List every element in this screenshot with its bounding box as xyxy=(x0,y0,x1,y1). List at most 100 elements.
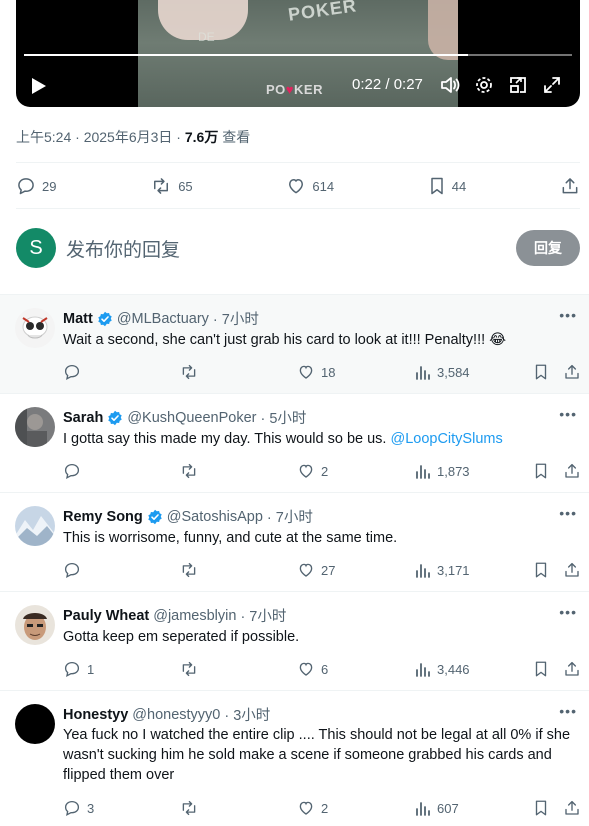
reply-time[interactable]: · 7小时 xyxy=(240,605,286,626)
reply-author-handle[interactable]: @jamesblyin xyxy=(153,608,236,624)
reply-action-bar: 27 3,171 xyxy=(63,560,580,580)
share-button[interactable] xyxy=(560,176,580,196)
repost-button[interactable] xyxy=(179,462,205,480)
reply-author-name[interactable]: Remy Song xyxy=(63,509,143,525)
repost-button[interactable]: 65 xyxy=(150,176,193,196)
share-button[interactable] xyxy=(563,799,581,817)
like-button[interactable]: 18 xyxy=(297,363,335,381)
reply-author-name[interactable]: Sarah xyxy=(63,410,103,426)
more-options-icon[interactable]: ••• xyxy=(559,703,577,719)
reply-button[interactable]: 1 xyxy=(63,660,94,678)
share-button[interactable] xyxy=(563,462,581,480)
reply-icon xyxy=(64,562,80,579)
reply-button[interactable] xyxy=(63,561,87,579)
reply-input[interactable]: 发布你的回复 xyxy=(66,235,516,262)
reply-time[interactable]: · 7小时 xyxy=(213,308,259,329)
views-button[interactable]: 1,873 xyxy=(415,463,470,479)
play-icon xyxy=(32,78,46,94)
more-options-icon[interactable]: ••• xyxy=(559,505,577,521)
repost-button[interactable] xyxy=(179,660,205,678)
reply-author-name[interactable]: Pauly Wheat xyxy=(63,608,149,624)
video-player[interactable]: POKER DE PO♥KER 0:22 / 0:27 xyxy=(16,0,580,107)
reply-item[interactable]: Pauly Wheat @jamesblyin · 7小时 ••• Gotta … xyxy=(0,591,589,690)
felt-text: DE xyxy=(198,30,215,44)
reply-item[interactable]: Honestyy @honestyyy0 · 3小时 ••• Yea fuck … xyxy=(0,690,589,826)
bookmark-button[interactable] xyxy=(533,363,549,381)
video-progress-bar[interactable] xyxy=(24,54,572,56)
views-button[interactable]: 3,171 xyxy=(415,562,470,578)
reply-body: Yea fuck no I watched the entire clip ..… xyxy=(63,727,571,783)
reply-author-handle[interactable]: @MLBactuary xyxy=(117,311,209,327)
like-button[interactable]: 6 xyxy=(297,660,328,678)
like-button[interactable]: 614 xyxy=(286,176,334,196)
repost-button[interactable] xyxy=(179,799,205,817)
heart-icon xyxy=(299,563,313,577)
reply-text: I gotta say this made my day. This would… xyxy=(63,429,583,449)
avatar[interactable] xyxy=(15,506,55,546)
reply-icon xyxy=(64,364,80,381)
bookmark-icon xyxy=(535,562,547,578)
submit-reply-button[interactable]: 回复 xyxy=(516,230,580,266)
more-options-icon[interactable]: ••• xyxy=(559,604,577,620)
volume-icon[interactable] xyxy=(440,75,460,95)
reply-author-handle[interactable]: @honestyyy0 xyxy=(132,707,220,723)
reply-count: 1 xyxy=(87,661,95,677)
like-button[interactable]: 2 xyxy=(297,799,328,817)
view-count: 3,584 xyxy=(437,364,470,380)
avatar[interactable] xyxy=(15,308,55,348)
reply-text: Gotta keep em seperated if possible. xyxy=(63,627,583,647)
post-time[interactable]: 上午5:24 xyxy=(16,129,71,145)
reply-button[interactable]: 29 xyxy=(16,176,56,196)
user-avatar[interactable]: S xyxy=(16,228,56,268)
share-button[interactable] xyxy=(563,561,581,579)
settings-gear-icon[interactable] xyxy=(474,75,494,95)
video-progress-fill xyxy=(24,54,468,56)
bookmark-button[interactable]: 44 xyxy=(428,176,466,196)
heart-icon xyxy=(299,662,313,676)
reply-item[interactable]: Remy Song @SatoshisApp · 7小时 ••• This is… xyxy=(0,492,589,591)
poker-watermark: PO♥KER xyxy=(266,82,323,97)
bookmark-button[interactable] xyxy=(533,799,549,817)
post-date[interactable]: 2025年6月3日 xyxy=(84,129,173,145)
reply-action-bar: 1 6 3,446 xyxy=(63,659,580,679)
reply-author-handle[interactable]: @KushQueenPoker xyxy=(127,410,256,426)
repost-button[interactable] xyxy=(179,561,205,579)
share-button[interactable] xyxy=(563,660,581,678)
reply-item[interactable]: Matt @MLBactuary · 7小时 ••• Wait a second… xyxy=(0,294,589,393)
reply-button[interactable]: 3 xyxy=(63,799,94,817)
reply-time[interactable]: · 7小时 xyxy=(267,506,313,527)
share-button[interactable] xyxy=(563,363,581,381)
avatar[interactable] xyxy=(15,407,55,447)
reply-author-name[interactable]: Honestyy xyxy=(63,707,128,723)
reply-author-name[interactable]: Matt xyxy=(63,311,93,327)
bookmark-button[interactable] xyxy=(533,561,549,579)
heart-icon xyxy=(299,464,313,478)
more-options-icon[interactable]: ••• xyxy=(559,406,577,422)
repost-button[interactable] xyxy=(179,363,205,381)
reply-button[interactable] xyxy=(63,462,87,480)
reply-icon xyxy=(64,661,80,678)
views-button[interactable]: 3,584 xyxy=(415,364,470,380)
reply-body: This is worrisome, funny, and cute at th… xyxy=(63,530,398,546)
post-views-count: 7.6万 xyxy=(184,129,219,145)
like-button[interactable]: 27 xyxy=(297,561,335,579)
play-button[interactable] xyxy=(28,74,50,98)
avatar[interactable] xyxy=(15,704,55,744)
like-button[interactable]: 2 xyxy=(297,462,328,480)
reply-time[interactable]: · 3小时 xyxy=(224,704,270,725)
avatar[interactable] xyxy=(15,605,55,645)
views-button[interactable]: 607 xyxy=(415,800,459,816)
views-button[interactable]: 3,446 xyxy=(415,661,470,677)
bookmark-icon xyxy=(535,364,547,380)
bookmark-button[interactable] xyxy=(533,660,549,678)
reply-button[interactable] xyxy=(63,363,87,381)
reply-author-handle[interactable]: @SatoshisApp xyxy=(167,509,263,525)
reply-count: 3 xyxy=(87,800,95,816)
mention-link[interactable]: @LoopCitySlums xyxy=(390,431,502,447)
reply-item[interactable]: Sarah @KushQueenPoker · 5小时 ••• I gotta … xyxy=(0,393,589,492)
reply-time[interactable]: · 5小时 xyxy=(261,407,307,428)
fullscreen-icon[interactable] xyxy=(542,75,562,95)
more-options-icon[interactable]: ••• xyxy=(559,307,577,323)
bookmark-button[interactable] xyxy=(533,462,549,480)
picture-in-picture-icon[interactable] xyxy=(508,75,528,95)
